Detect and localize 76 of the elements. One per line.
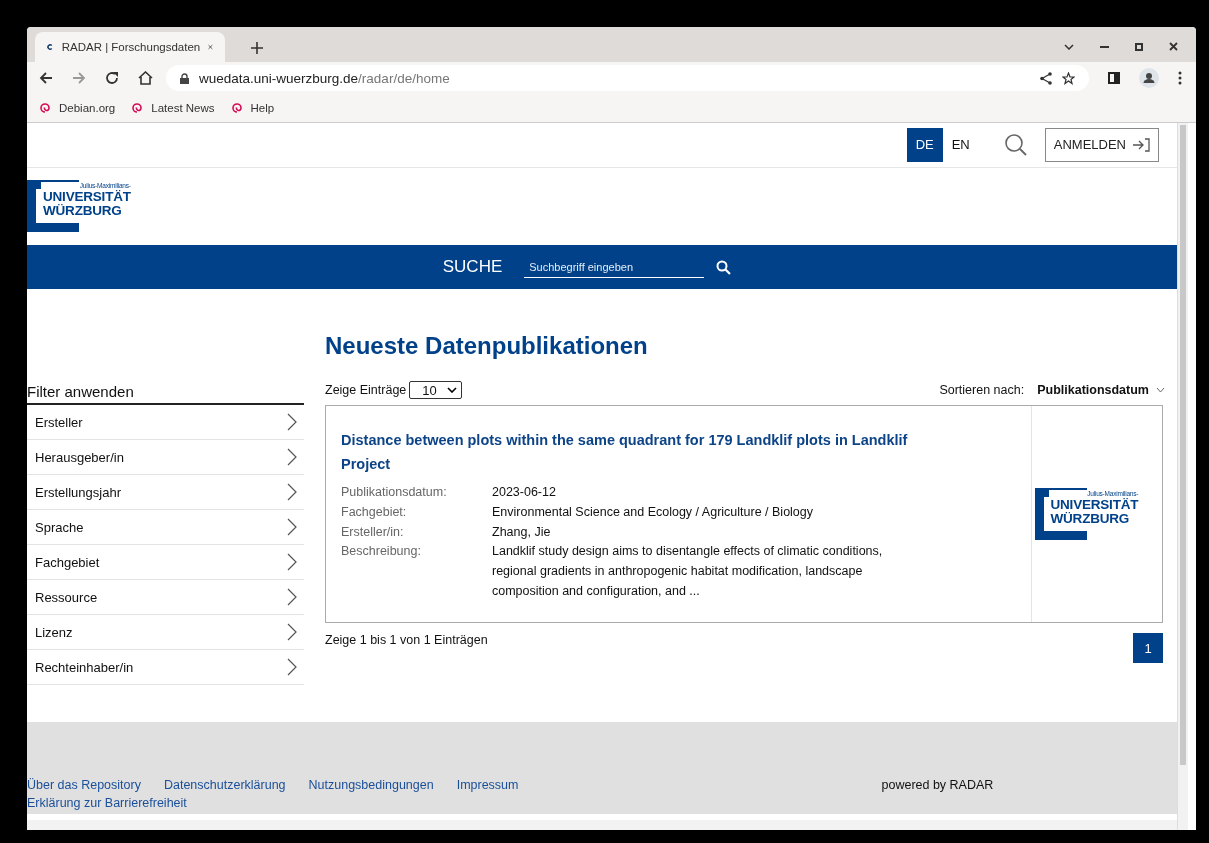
- filter-title: Filter anwenden: [27, 383, 304, 405]
- chevron-down-icon[interactable]: [1064, 43, 1074, 50]
- chevron-right-icon: [287, 623, 297, 641]
- search-field[interactable]: Suchbegriff eingeben: [524, 256, 705, 278]
- chevron-right-icon: [287, 448, 297, 466]
- login-button[interactable]: ANMELDEN: [1044, 127, 1159, 162]
- chevron-down-icon: [1156, 387, 1165, 393]
- swirl-icon: [39, 102, 51, 114]
- new-tab-icon[interactable]: [251, 41, 263, 54]
- maximize-icon[interactable]: [1135, 42, 1143, 51]
- profile-icon[interactable]: [1139, 68, 1159, 88]
- filter-item[interactable]: Herausgeber/in: [27, 440, 304, 475]
- forward-icon[interactable]: [72, 71, 86, 85]
- close-icon[interactable]: [1169, 42, 1178, 51]
- lock-icon: [180, 72, 189, 84]
- swirl-icon: [131, 102, 144, 114]
- minimize-icon[interactable]: [1100, 45, 1109, 48]
- home-icon[interactable]: [138, 71, 153, 85]
- chevron-right-icon: [287, 483, 297, 501]
- footer-link[interactable]: Nutzungsbedingungen: [308, 776, 434, 795]
- field-value: 2023-06-12: [492, 484, 557, 501]
- bookmark[interactable]: Help: [230, 102, 275, 114]
- address-bar[interactable]: wuedata.uni-wuerzburg.de/radar/de/home: [166, 65, 1089, 91]
- field-label: Fachgebiet:: [341, 503, 408, 521]
- swirl-icon: [230, 102, 243, 114]
- reload-icon[interactable]: [105, 71, 119, 85]
- footer-link[interactable]: Datenschutzerklärung: [163, 776, 286, 795]
- star-icon[interactable]: [1062, 71, 1075, 85]
- back-icon[interactable]: [39, 71, 53, 85]
- footer-link[interactable]: Über das Repository: [27, 776, 141, 795]
- field-value: Landklif study design aims to disentangle effects of climatic conditions, regional gradients in anthropogenic habitat modification, landscape composition and configuration, and ...: [492, 543, 884, 600]
- filter-item[interactable]: Ersteller: [27, 405, 304, 440]
- filter-item[interactable]: Lizenz: [27, 615, 304, 650]
- filter-item[interactable]: Rechteinhaber/in: [27, 650, 304, 685]
- menu-icon[interactable]: [1178, 71, 1182, 85]
- language-option[interactable]: DE: [906, 127, 943, 162]
- field-label: Ersteller/in:: [341, 523, 405, 541]
- results-summary: Zeige 1 bis 1 von 1 Einträgen: [325, 633, 488, 647]
- entries-label: Zeige Einträge: [325, 383, 407, 397]
- horizontal-scrollbar[interactable]: [27, 820, 1177, 830]
- tab-title: RADAR | Forschungsdaten: [61, 41, 201, 53]
- filter-item[interactable]: Sprache: [27, 510, 304, 545]
- page-button[interactable]: 1: [1133, 633, 1163, 663]
- powered-by-text: powered by RADAR: [881, 777, 994, 795]
- filter-item[interactable]: Ressource: [27, 580, 304, 615]
- page-heading: Neueste Datenpublikationen: [325, 332, 649, 360]
- login-icon: [1132, 137, 1150, 152]
- chevron-right-icon: [287, 413, 297, 431]
- filter-item[interactable]: Fachgebiet: [27, 545, 304, 580]
- field-label: Publikationsdatum:: [341, 484, 448, 501]
- chevron-right-icon: [287, 518, 297, 536]
- bookmark[interactable]: Debian.org: [39, 102, 116, 114]
- sort-select[interactable]: Publikationsdatum: [1037, 383, 1165, 397]
- field-value: Environmental Science and Ecology / Agriculture / Biology: [492, 503, 814, 521]
- vertical-scrollbar[interactable]: [1177, 123, 1188, 830]
- share-icon[interactable]: [1040, 71, 1052, 85]
- footer-link[interactable]: Impressum: [456, 776, 519, 795]
- chevron-right-icon: [287, 658, 297, 676]
- search-icon[interactable]: [1004, 133, 1027, 156]
- field-label: Beschreibung:: [341, 543, 422, 561]
- bookmark[interactable]: Latest News: [131, 102, 215, 114]
- chevron-right-icon: [287, 553, 297, 571]
- search-label: SUCHE: [442, 257, 503, 277]
- browser-tab[interactable]: RADAR | Forschungsdaten: [35, 32, 225, 62]
- url-text: wuedata.uni-wuerzburg.de/radar/de/home: [199, 70, 450, 86]
- side-panel-icon[interactable]: [1108, 72, 1120, 84]
- chevron-down-icon: [446, 387, 457, 393]
- sort-label: Sortieren nach:: [939, 383, 1025, 397]
- entries-select[interactable]: 10: [409, 381, 462, 399]
- field-value: Zhang, Jie: [492, 523, 552, 541]
- footer-link[interactable]: Erklärung zur Barrierefreiheit: [27, 796, 187, 811]
- language-option[interactable]: EN: [942, 127, 979, 162]
- chevron-right-icon: [287, 588, 297, 606]
- result-title-link[interactable]: Distance between plots within the same quadrant for 179 Landklif plots in Landklif Project: [341, 428, 951, 476]
- search-icon[interactable]: [716, 259, 732, 275]
- filter-item[interactable]: Erstellungsjahr: [27, 475, 304, 510]
